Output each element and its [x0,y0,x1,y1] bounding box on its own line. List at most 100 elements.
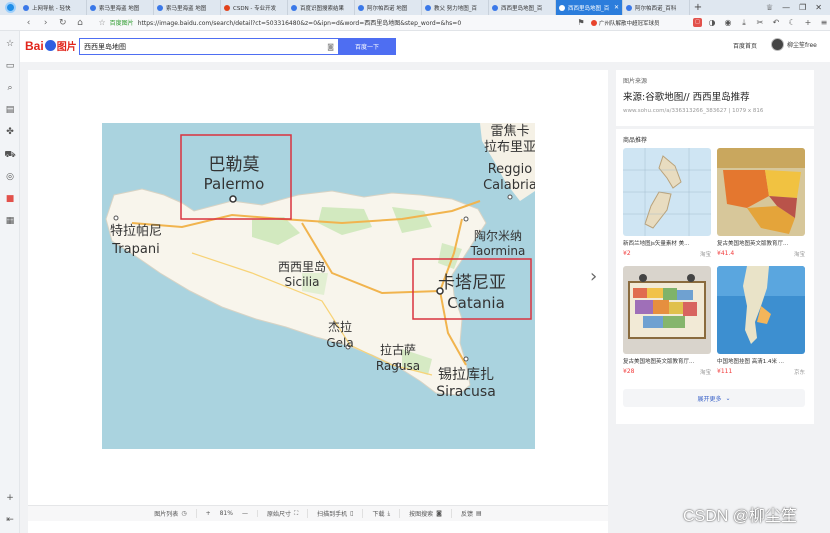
extension-icon[interactable]: □ [693,18,703,27]
tab-label: 西西里岛地图_百 [568,5,610,12]
product-item[interactable]: 中国地图挂图 高清1.4米 ... ¥111 京东 [717,266,805,376]
tab-label: 索马里海盗 地图 [99,5,140,12]
cut-icon[interactable]: ✂ [754,18,766,27]
original-size-button[interactable]: 原始尺寸 ⛶ [258,509,309,518]
browser-tab[interactable]: 教父 努力地图_百 [422,0,489,15]
download-arrow-icon: ⤓ [387,509,391,517]
url-text[interactable]: https://image.baidu.com/search/detail?ct… [138,18,461,27]
baidu-logo[interactable]: Bai 图片 [25,38,77,54]
download-button[interactable]: 下载 ⤓ [363,509,401,518]
browser-tab[interactable]: 百度识图搜索结果 [288,0,355,15]
globe-icon[interactable]: ◎ [4,171,16,183]
browser-tab[interactable]: 索马里海盗 地图 [154,0,221,15]
browser-tab-active[interactable]: 西西里岛地图_百 ✕ [556,0,623,15]
next-image-arrow-icon[interactable]: › [590,266,597,287]
add-icon[interactable]: + [802,18,814,27]
close-tab-icon[interactable]: ✕ [614,4,619,11]
product-image [623,148,711,236]
search-icon[interactable]: ⌕ [4,82,16,94]
news-ticker[interactable]: 广州队解散中超冠军球员 [591,19,689,27]
browser-tab[interactable]: CSDN - 专业开发 [221,0,288,15]
chevron-down-icon: ⌄ [725,394,731,402]
feedback-icon: ▤ [476,510,482,517]
tab-favicon-icon [559,4,565,11]
menu-icon[interactable]: ≡ [818,18,830,27]
label-taormina-en: Taormina [470,244,526,258]
puzzle-icon[interactable]: ✤ [4,126,16,138]
add-sidebar-icon[interactable]: + [4,492,16,504]
source-title[interactable]: 来源:谷歌地图// 西西里岛推荐 [623,89,807,103]
bookmark-star-icon[interactable]: ☆ [99,18,106,27]
scan-to-phone-button[interactable]: 扫描到手机 ▯ [308,509,364,518]
tab-label: 阿尔帕西诺 地图 [367,5,408,12]
browser-tab[interactable]: 阿尔帕西诺_百科 [623,0,690,15]
phone-icon: ▯ [350,510,354,517]
feedback-button[interactable]: 反馈 ▤ [452,509,491,518]
news-ticker-text: 广州队解散中超冠军球员 [599,20,660,27]
browser-tab[interactable]: 阿尔帕西诺 地图 [355,0,422,15]
address-bar[interactable]: ☆ 百度图片 https://image.baidu.com/search/de… [99,17,516,29]
label-trapani-en: Trapani [111,242,159,257]
cart-icon[interactable]: ⛟ [4,149,16,161]
reading-list-icon[interactable]: ▭ [4,60,16,72]
minimize-icon[interactable]: — [782,3,790,12]
tab-strip: 上网导航 - 轻快 索马里海盗 地图 索马里海盗 地图 CSDN - 专业开发 … [0,0,830,15]
image-list-button[interactable]: 图片列表 ◷ [145,509,197,518]
camera-icon[interactable]: ◙ [327,43,334,51]
label-ragusa-en: Ragusa [376,359,420,373]
product-image [717,266,805,354]
app-icon[interactable]: ■ [4,193,16,205]
shield-icon[interactable]: ⚑ [575,18,587,27]
product-image [717,148,805,236]
product-item[interactable]: 新西兰地图js矢量素材 美... ¥2 淘宝 [623,148,711,258]
browser-tab[interactable]: 西西里岛地图_百 [489,0,556,15]
collapse-sidebar-icon[interactable]: ⇤ [4,514,16,526]
forward-icon[interactable]: › [37,18,54,28]
source-meta: www.sohu.com/a/336313266_383627 | 1079 x… [623,108,764,114]
browser-sidebar: ☆ ▭ ⌕ ▤ ✤ ⛟ ◎ ■ ▦ + ⇤ [0,31,20,533]
label-ragusa-zh: 拉古萨 [380,342,416,357]
close-window-icon[interactable]: ✕ [815,3,822,12]
browser-tab[interactable]: 索马里海盗 地图 [87,0,154,15]
label-taormina-zh: 陶尔米纳 [474,228,522,243]
restore-icon[interactable]: ❐ [799,3,806,12]
image-search-button[interactable]: 按图搜索 ◙ [400,509,452,518]
original-size-label: 原始尺寸 [266,511,291,518]
shirt-icon[interactable]: ♕ [766,3,773,12]
tab-label: 索马里海盗 地图 [166,5,207,12]
product-item[interactable]: 复古美国地图英文版教育厅... ¥28 淘宝 [623,266,711,376]
image-viewer: 巴勒莫 Palermo 卡塔尼亚 Catania 特拉帕尼 Trapani 西西… [28,70,608,533]
search-button[interactable]: 百度一下 [338,38,396,55]
browser-tab[interactable]: 上网导航 - 轻快 [20,0,87,15]
home-icon[interactable]: ⌂ [71,18,88,28]
baidu-home-link[interactable]: 百度首页 [733,41,757,50]
history-icon[interactable]: ▤ [4,104,16,116]
notes-icon[interactable]: ▦ [4,215,16,227]
browser-logo-icon[interactable] [0,0,20,15]
user-menu[interactable]: 柳尘笙free [771,38,817,51]
speed-icon[interactable]: ◉ [722,18,734,27]
product-item[interactable]: 复古美国地图英文版教育厅... ¥41.4 淘宝 [717,148,805,258]
night-mode-icon[interactable]: ☾ [786,18,798,27]
zoom-control: + 81% — [197,510,258,517]
game-icon[interactable]: ◑ [706,18,718,27]
label-gela-en: Gela [326,336,353,350]
tab-favicon-icon [492,4,498,11]
product-price: ¥2 [623,250,631,257]
source-url[interactable]: www.sohu.com/a/336313266_383627 [623,108,727,114]
new-tab-icon[interactable]: + [690,0,706,15]
back-icon[interactable]: ‹ [20,18,37,28]
zoom-out-button[interactable]: — [242,510,248,517]
zoom-in-button[interactable]: + [206,510,211,517]
favorites-star-icon[interactable]: ☆ [4,38,16,50]
show-more-label: 展开更多 [697,395,722,403]
search-input[interactable]: 西西里岛地图 ◙ [79,38,338,55]
undo-icon[interactable]: ↶ [770,18,782,27]
label-catania-en: Catania [447,294,505,312]
reload-icon[interactable]: ↻ [54,18,71,28]
download-icon[interactable]: ⤓ [738,18,750,28]
sicily-map-image[interactable]: 巴勒莫 Palermo 卡塔尼亚 Catania 特拉帕尼 Trapani 西西… [102,123,535,449]
show-more-button[interactable]: 展开更多 ⌄ [623,389,805,407]
label-sicilia-zh: 西西里岛 [278,259,326,274]
paw-icon [44,40,56,51]
